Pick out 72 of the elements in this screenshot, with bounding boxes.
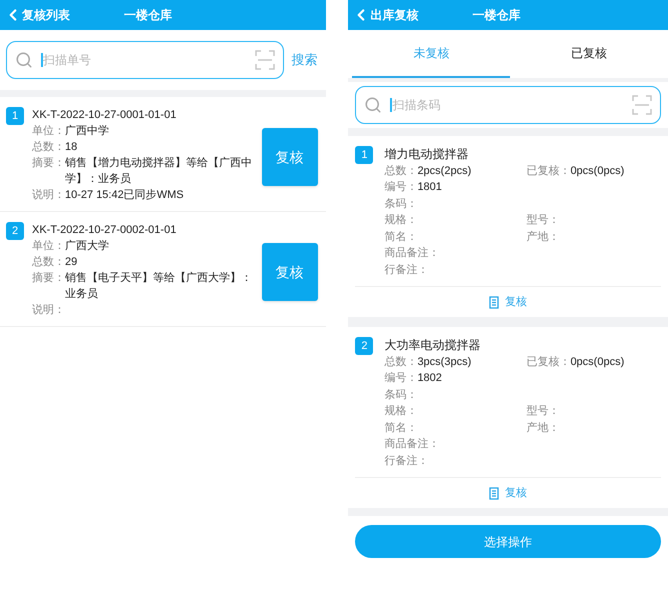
order-number: XK-T-2022-10-27-0001-01-01 — [32, 108, 178, 123]
review-link[interactable]: 复核 — [489, 294, 528, 310]
order-number: XK-T-2022-10-27-0002-01-01 — [32, 223, 178, 238]
header-title: 一楼仓库 — [124, 7, 172, 24]
scan-icon[interactable] — [254, 50, 274, 70]
field-value: 1802 — [417, 371, 442, 386]
field-label: 已复核： — [526, 164, 570, 178]
field-label: 单位： — [32, 239, 65, 254]
field-label: 型号： — [526, 213, 560, 228]
field-label: 简名： — [384, 230, 418, 244]
field-label: 总数： — [384, 354, 418, 370]
field-label: 行备注： — [384, 262, 428, 278]
search-icon — [364, 96, 382, 114]
field-label: 说明： — [32, 303, 65, 318]
index-badge: 2 — [355, 337, 374, 355]
field-label: 已复核： — [526, 354, 570, 370]
field-label: 编号： — [384, 371, 418, 386]
search-input[interactable]: 扫描单号 — [43, 51, 246, 69]
field-label: 总数： — [32, 255, 65, 270]
item-name: 大功率电动搅拌器 — [384, 337, 482, 354]
review-button[interactable]: 复核 — [262, 243, 318, 301]
field-value: 10-27 15:42已同步WMS — [65, 188, 184, 203]
select-action-button[interactable]: 选择操作 — [355, 525, 662, 558]
field-value: 1801 — [417, 180, 442, 195]
field-label: 编号： — [384, 180, 418, 195]
field-label: 摘要： — [32, 270, 65, 286]
field-value: 广西中学 — [65, 124, 109, 139]
review-button[interactable]: 复核 — [262, 128, 318, 186]
tab[interactable]: 已复核 — [510, 30, 668, 78]
field-value: 0pcs(0pcs) — [570, 164, 624, 178]
document-icon — [489, 296, 500, 308]
field-value: 3pcs(3pcs) — [417, 354, 472, 370]
field-value: 销售【增力电动搅拌器】等给【广西中学】：业务员 — [65, 156, 253, 187]
field-value: 29 — [65, 255, 78, 270]
text-cursor — [41, 53, 43, 67]
field-label: 简名： — [384, 420, 418, 436]
field-label: 产地： — [526, 230, 560, 244]
index-badge: 2 — [6, 222, 24, 240]
field-label: 总数： — [32, 140, 65, 155]
field-value: 广西大学 — [65, 238, 109, 254]
search-icon — [15, 51, 33, 69]
search-field[interactable]: 扫描条码 — [355, 86, 662, 124]
back-button[interactable]: 出库复核 — [352, 6, 472, 24]
field-value: 18 — [65, 140, 78, 155]
field-label: 规格： — [384, 404, 418, 419]
field-label: 单位： — [32, 124, 65, 139]
text-cursor — [390, 98, 392, 112]
header-title: 一楼仓库 — [472, 7, 520, 24]
field-label: 型号： — [526, 404, 560, 419]
field-label: 产地： — [526, 420, 560, 436]
search-input[interactable]: 扫描条码 — [392, 96, 624, 114]
field-label: 规格： — [384, 213, 418, 228]
index-badge: 1 — [355, 146, 374, 164]
search-field[interactable]: 扫描单号 — [6, 41, 284, 79]
field-value: 2pcs(2pcs) — [417, 164, 472, 178]
review-link[interactable]: 复核 — [489, 484, 528, 502]
item-name: 增力电动搅拌器 — [384, 146, 470, 162]
scan-icon[interactable] — [632, 95, 652, 115]
field-label: 商品备注： — [384, 436, 440, 452]
document-icon — [489, 486, 500, 500]
field-label: 行备注： — [384, 454, 428, 468]
field-label: 摘要： — [32, 156, 65, 171]
field-value: 0pcs(0pcs) — [570, 354, 624, 370]
index-badge: 1 — [6, 107, 24, 125]
field-label: 总数： — [384, 164, 418, 178]
field-label: 商品备注： — [384, 246, 440, 261]
search-button[interactable]: 搜索 — [292, 50, 318, 70]
field-label: 条码： — [384, 388, 418, 402]
field-label: 说明： — [32, 188, 65, 203]
back-button[interactable]: 复核列表 — [4, 6, 124, 24]
field-label: 条码： — [384, 196, 418, 212]
field-value: 销售【电子天平】等给【广西大学】：业务员 — [65, 270, 253, 302]
